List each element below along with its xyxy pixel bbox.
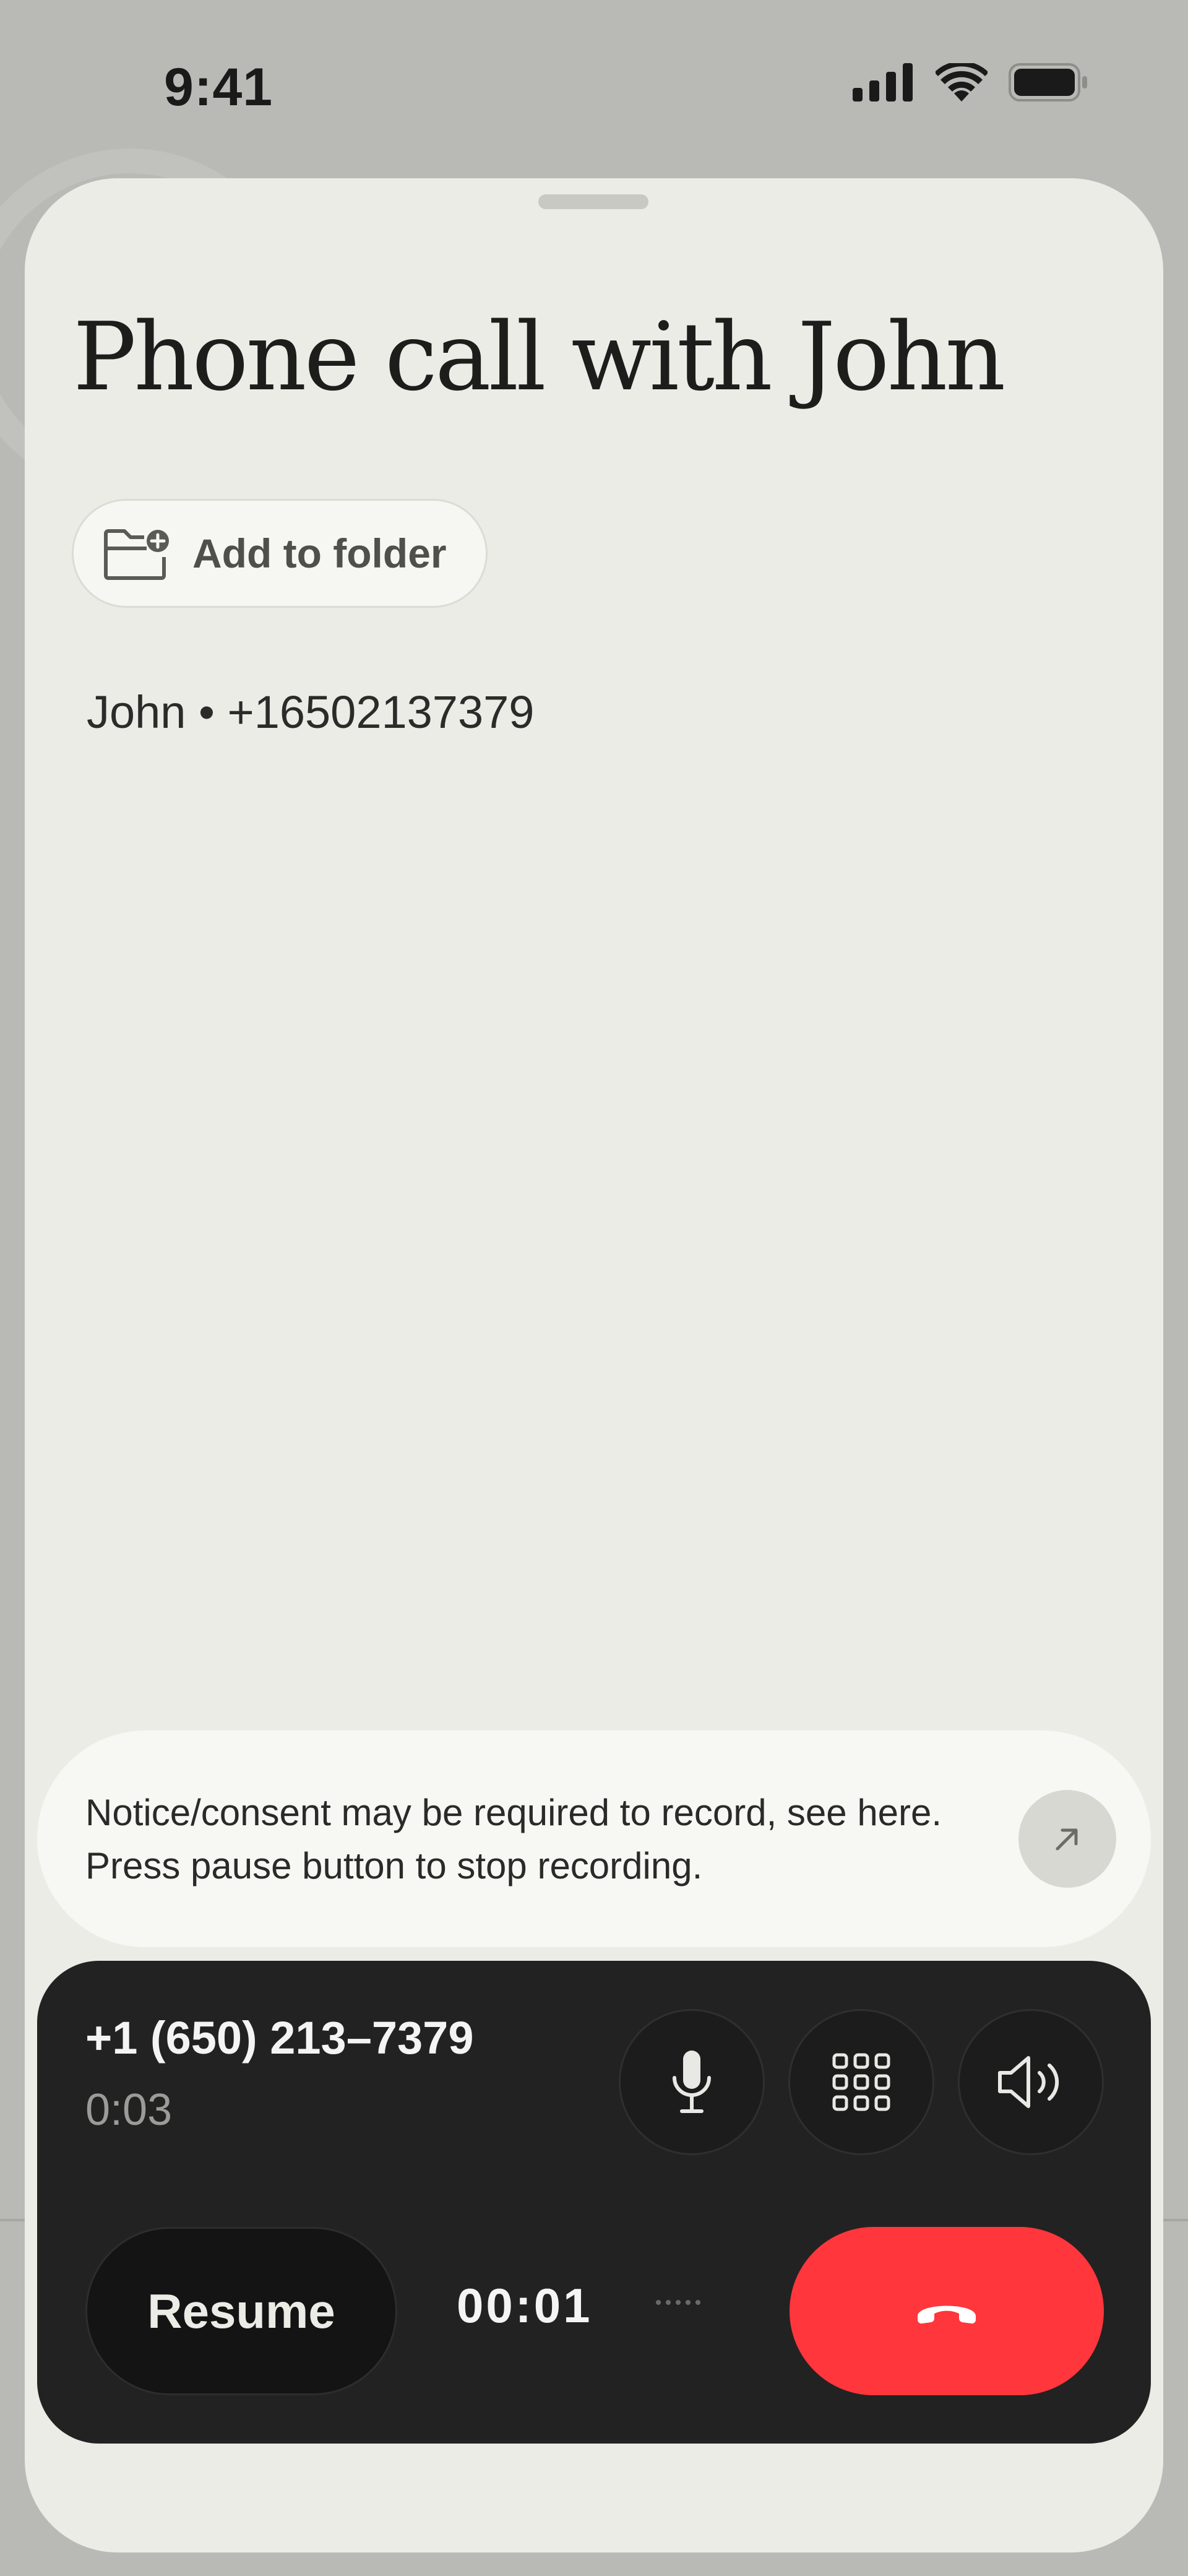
sheet-grabber[interactable] — [538, 194, 648, 209]
recording-notice: Notice/consent may be required to record… — [37, 1731, 1151, 1947]
mute-button[interactable] — [619, 2009, 765, 2155]
notice-link-button[interactable] — [1018, 1790, 1116, 1888]
keypad-button[interactable] — [788, 2009, 934, 2155]
folder-plus-icon — [104, 529, 169, 580]
hang-up-button[interactable] — [790, 2227, 1104, 2395]
battery-icon — [1009, 63, 1087, 102]
status-bar: 9:41 — [0, 0, 1188, 173]
recording-timer: 00:01 — [457, 2278, 593, 2333]
signal-icon — [853, 63, 913, 102]
microphone-icon — [673, 2051, 711, 2113]
contact-info: John • +16502137379 — [87, 686, 535, 738]
add-to-folder-button[interactable]: Add to folder — [72, 499, 488, 608]
call-duration: 0:03 — [85, 2085, 173, 2135]
phone-hangup-icon — [917, 2306, 976, 2324]
keypad-icon — [832, 2053, 890, 2111]
wifi-icon — [936, 63, 988, 102]
active-call-panel: +1 (650) 213–7379 0:03 Resume 00:01 — [37, 1961, 1151, 2444]
notice-text: Notice/consent may be required to record… — [85, 1792, 942, 1887]
resume-recording-button[interactable]: Resume — [85, 2227, 397, 2395]
status-icons — [853, 63, 1089, 102]
speaker-icon — [998, 2056, 1059, 2108]
recording-waveform — [656, 2300, 700, 2305]
call-note-sheet: Phone call with John Add to folder John … — [25, 178, 1163, 2552]
call-number: +1 (650) 213–7379 — [85, 2012, 474, 2064]
add-to-folder-label: Add to folder — [192, 530, 447, 576]
status-time: 9:41 — [164, 58, 273, 117]
arrow-up-right-icon — [1056, 1828, 1078, 1851]
speaker-button[interactable] — [958, 2009, 1104, 2155]
page-title: Phone call with John — [73, 302, 1005, 412]
